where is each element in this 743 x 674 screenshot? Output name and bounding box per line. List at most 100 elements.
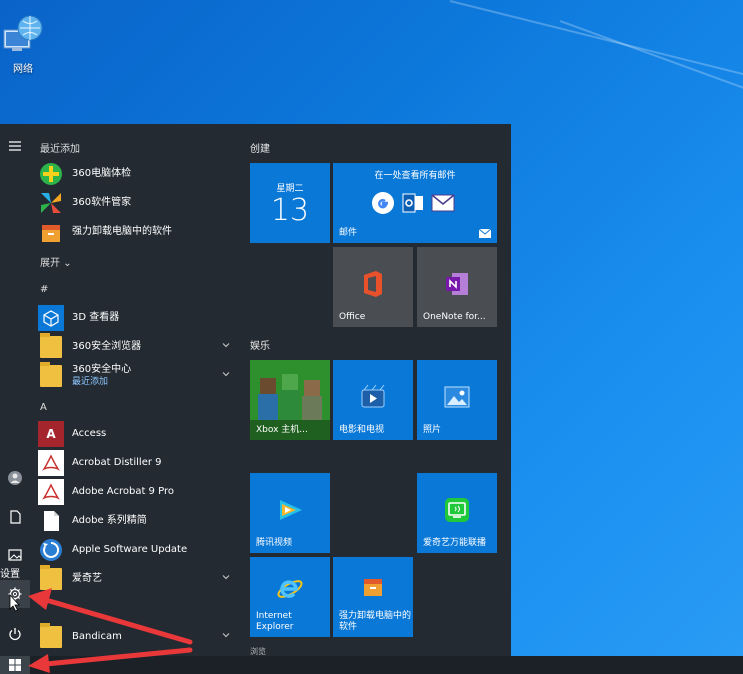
app-apple-software-update[interactable]: Apple Software Update	[38, 536, 234, 564]
windows-logo-icon	[9, 659, 21, 671]
app-360-checkup[interactable]: 360电脑体检	[38, 160, 234, 188]
tencent-video-icon	[280, 499, 302, 520]
folder-icon	[38, 362, 64, 389]
tile-group-entertainment-header[interactable]: 娱乐	[250, 337, 270, 352]
chevron-down-icon	[222, 372, 230, 377]
app-uninstaller[interactable]: 强力卸载电脑中的软件	[38, 218, 234, 246]
movies-tv-tile[interactable]: 电影和电视	[333, 360, 413, 440]
office-tile[interactable]: Office	[333, 247, 413, 327]
chevron-down-icon: ⌄	[63, 258, 72, 269]
tile-group-create-header[interactable]: 创建	[250, 140, 270, 155]
iqiyi-link-tile-label: 爱奇艺万能联播	[423, 538, 487, 548]
document-icon	[10, 510, 21, 524]
folder-icon	[38, 623, 64, 650]
app-adobe-acrobat[interactable]: Adobe Acrobat 9 Pro	[38, 478, 234, 506]
app-access[interactable]: A Access	[38, 420, 234, 448]
app-adobe-series[interactable]: Adobe 系列精简	[38, 507, 234, 535]
app-label: Adobe 系列精简	[72, 515, 147, 526]
iqiyi-link-icon	[445, 497, 469, 522]
apple-update-icon	[38, 537, 64, 563]
desktop-network-label: 网络	[13, 64, 33, 75]
folder-icon	[38, 565, 64, 592]
access-icon: A	[38, 421, 64, 447]
mouse-cursor-icon	[9, 594, 20, 612]
hash-header[interactable]: #	[40, 284, 48, 295]
tencent-video-tile[interactable]: 腾讯视频	[250, 473, 330, 553]
360-checkup-icon	[38, 161, 64, 187]
calendar-tile[interactable]: 星期二 13	[250, 163, 330, 243]
app-label: Bandicam	[72, 631, 122, 642]
internet-explorer-tile[interactable]: Internet Explorer	[250, 557, 330, 637]
user-account-button[interactable]	[0, 464, 30, 492]
xbox-tile-label: Xbox 主机...	[256, 425, 308, 435]
app-folder-bandicam[interactable]: Bandicam	[38, 623, 234, 651]
office-tile-label: Office	[339, 312, 366, 322]
photos-tile-label: 照片	[423, 425, 442, 435]
app-folder-360-security[interactable]: 360安全中心 最近添加	[38, 362, 234, 390]
desktop-network-icon[interactable]: 网络	[0, 14, 46, 75]
envelope-icon	[431, 194, 455, 212]
app-acrobat-distiller[interactable]: Acrobat Distiller 9	[38, 449, 234, 477]
hamburger-icon	[9, 141, 21, 151]
tile-area: 创建 星期二 13 在一处查看所有邮件 邮件 Office OneNote fo…	[248, 124, 510, 656]
mail-tile[interactable]: 在一处查看所有邮件 邮件	[333, 163, 497, 243]
network-globe-icon	[3, 15, 43, 51]
onenote-icon	[446, 272, 468, 295]
picture-icon	[8, 549, 22, 561]
google-icon	[372, 192, 394, 214]
recent-header: 最近添加	[40, 144, 80, 155]
chevron-down-icon	[222, 633, 230, 638]
outlook-icon	[402, 193, 423, 213]
documents-button[interactable]	[0, 503, 30, 531]
photos-tile[interactable]: 照片	[417, 360, 497, 440]
internet-explorer-tile-label: Internet Explorer	[256, 611, 294, 632]
expand-recent-button[interactable]: 展开 ⌄	[40, 254, 72, 269]
xbox-tile[interactable]: Xbox 主机...	[250, 360, 330, 440]
internet-explorer-icon	[277, 580, 303, 598]
app-label: 360软件管家	[72, 197, 132, 208]
iqiyi-link-tile[interactable]: 爱奇艺万能联播	[417, 473, 497, 553]
app-3d-viewer[interactable]: 3D 查看器	[38, 304, 234, 332]
desktop-light-streak	[449, 0, 743, 80]
app-label: 强力卸载电脑中的软件	[72, 226, 172, 237]
start-rail: 设置	[0, 124, 30, 656]
onenote-tile-label: OneNote for...	[423, 312, 486, 322]
app-label: 3D 查看器	[72, 312, 120, 323]
expand-label: 展开	[40, 258, 60, 269]
app-folder-iqiyi[interactable]: 爱奇艺	[38, 565, 234, 593]
app-folder-360-browser[interactable]: 360安全浏览器	[38, 333, 234, 361]
uninstaller-icon	[364, 578, 382, 596]
calendar-day: 13	[270, 193, 310, 228]
recently-added-badge: 最近添加	[72, 377, 109, 387]
adobe-acrobat-icon	[38, 479, 64, 505]
movies-tv-icon	[361, 384, 385, 408]
desktop-light-streak	[559, 20, 743, 91]
start-button[interactable]	[0, 656, 30, 674]
start-menu: 设置 最近添加 360电脑体检 360软件管家 强力卸载电脑中的软件 展开 ⌄ …	[0, 124, 511, 656]
app-label: Adobe Acrobat 9 Pro	[72, 486, 174, 497]
mail-provider-icons	[371, 191, 455, 215]
mail-badge-icon	[479, 229, 491, 238]
mail-tile-label: 邮件	[339, 228, 358, 238]
360-software-manager-icon	[38, 190, 64, 216]
folder-icon	[38, 333, 64, 360]
onenote-tile[interactable]: OneNote for...	[417, 247, 497, 327]
power-icon	[9, 628, 21, 641]
app-label: 360安全浏览器	[72, 341, 142, 352]
app-360-software-manager[interactable]: 360软件管家	[38, 189, 234, 217]
app-label: 360安全中心	[72, 364, 132, 375]
office-icon	[364, 270, 382, 297]
expand-menu-button[interactable]	[0, 132, 30, 160]
a-header[interactable]: A	[40, 402, 47, 413]
uninstaller-tile[interactable]: 强力卸载电脑中的软件	[333, 557, 413, 637]
app-label: Apple Software Update	[72, 544, 188, 555]
acrobat-distiller-icon	[38, 450, 64, 476]
app-label: Acrobat Distiller 9	[72, 457, 162, 468]
power-button[interactable]	[0, 620, 30, 648]
mail-tile-header: 在一处查看所有邮件	[374, 171, 456, 181]
user-avatar-icon	[8, 471, 22, 485]
taskbar	[0, 656, 743, 674]
uninstaller-icon	[38, 219, 64, 245]
app-label: Access	[72, 428, 107, 439]
chevron-down-icon	[222, 575, 230, 580]
